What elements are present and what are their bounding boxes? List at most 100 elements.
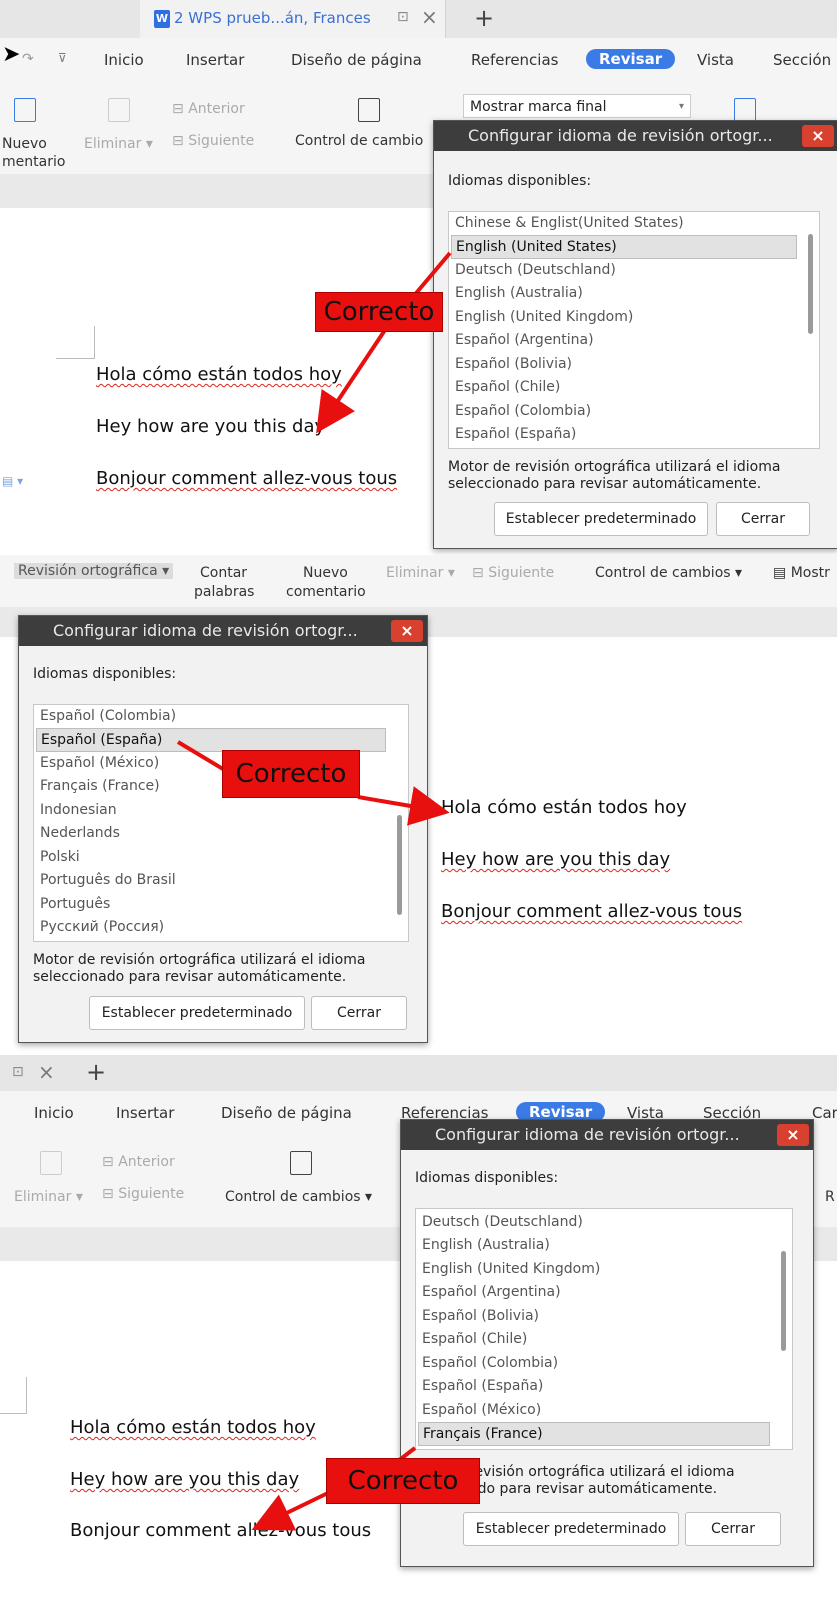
- close-button[interactable]: Cerrar: [685, 1512, 781, 1546]
- list-item[interactable]: Español (Bolivia): [418, 1305, 770, 1327]
- menu-inicio[interactable]: Inicio: [104, 51, 144, 69]
- spell-check-button[interactable]: Revisión ortográfica ▾: [14, 563, 174, 579]
- list-item[interactable]: English (Australia): [418, 1234, 770, 1256]
- doc-line-english[interactable]: Hey how are you this day: [441, 849, 670, 870]
- list-item[interactable]: English (Australia): [451, 282, 797, 304]
- list-item[interactable]: Español (Chile): [451, 376, 797, 398]
- quick-access-dropdown-icon[interactable]: ⊽: [58, 51, 67, 65]
- menu-diseno[interactable]: Diseño de página: [291, 51, 422, 69]
- menu-referencias[interactable]: Referencias: [471, 51, 558, 69]
- close-button[interactable]: Cerrar: [716, 502, 810, 536]
- list-item[interactable]: Español (Bolivia): [451, 353, 797, 375]
- next-button[interactable]: ⊟ Siguiente: [472, 565, 554, 581]
- list-item[interactable]: Español (España): [418, 1375, 770, 1397]
- set-default-button[interactable]: Establecer predeterminado: [463, 1512, 679, 1546]
- list-item-selected[interactable]: English (United States): [451, 235, 797, 259]
- dialog-close-button[interactable]: ×: [391, 620, 423, 642]
- dialog-title: Configurar idioma de revisión ortogr...: [435, 1125, 740, 1144]
- doc-line-english[interactable]: Hey how are you this day: [70, 1469, 299, 1490]
- close-button[interactable]: Cerrar: [311, 996, 407, 1030]
- new-comment-button[interactable]: Nuevo: [2, 136, 47, 152]
- dialog-title-bar: Configurar idioma de revisión ortogr... …: [19, 616, 427, 646]
- delete-button[interactable]: Eliminar ▾: [14, 1189, 83, 1205]
- language-list[interactable]: Deutsch (Deutschland) English (Australia…: [415, 1208, 793, 1450]
- dialog-close-button[interactable]: ×: [802, 125, 834, 147]
- list-item[interactable]: Español (España): [451, 423, 797, 445]
- list-item[interactable]: Deutsch (Deutschland): [418, 1211, 770, 1233]
- list-item[interactable]: English (United Kingdom): [451, 306, 797, 328]
- next-button[interactable]: ⊟ Siguiente: [172, 133, 254, 149]
- list-item[interactable]: Português do Brasil: [36, 869, 386, 891]
- list-item[interactable]: Español (México): [418, 1399, 770, 1421]
- doc-line-spanish[interactable]: Hola cómo están todos hoy: [441, 797, 687, 818]
- doc-line-french[interactable]: Bonjour comment allez-vous tous: [441, 901, 742, 922]
- menu-diseno[interactable]: Diseño de página: [221, 1104, 352, 1122]
- list-item[interactable]: Español (Argentina): [418, 1281, 770, 1303]
- new-comment-button[interactable]: Nuevo: [303, 565, 348, 581]
- list-item[interactable]: Español (Argentina): [451, 329, 797, 351]
- doc-line-french[interactable]: Bonjour comment allez-vous tous: [96, 468, 397, 489]
- pin-icon[interactable]: ⊡: [397, 9, 409, 25]
- delete-label: Eliminar: [84, 136, 142, 152]
- list-item[interactable]: Polski: [36, 846, 386, 868]
- next-button[interactable]: ⊟ Siguiente: [102, 1186, 184, 1202]
- doc-line-spanish[interactable]: Hola cómo están todos hoy: [96, 364, 342, 385]
- list-item[interactable]: Chinese & Englist(United States): [451, 212, 797, 234]
- list-item[interactable]: Português: [36, 893, 386, 915]
- set-default-button[interactable]: Establecer predeterminado: [494, 502, 708, 536]
- list-item[interactable]: English (United Kingdom): [418, 1258, 770, 1280]
- menu-inicio[interactable]: Inicio: [34, 1104, 74, 1122]
- reviewing-pane-icon[interactable]: [734, 98, 756, 122]
- correcto-callout-1: Correcto: [315, 292, 443, 332]
- previous-button[interactable]: ⊟ Anterior: [172, 101, 245, 117]
- list-scrollbar[interactable]: [397, 815, 402, 915]
- pin-icon[interactable]: ⊡: [12, 1064, 24, 1080]
- dialog-title-bar: Configurar idioma de revisión ortogr... …: [401, 1120, 813, 1150]
- word-count-button[interactable]: Contar: [200, 565, 247, 581]
- list-item[interactable]: Nederlands: [36, 822, 386, 844]
- dialog-title: Configurar idioma de revisión ortogr...: [53, 621, 358, 640]
- doc-line-spanish[interactable]: Hola cómo están todos hoy: [70, 1417, 316, 1438]
- menu-insertar[interactable]: Insertar: [116, 1104, 174, 1122]
- redo-icon[interactable]: ↷: [22, 51, 34, 67]
- tab-close-icon[interactable]: ×: [38, 1060, 55, 1084]
- menu-seccion[interactable]: Sección: [773, 51, 831, 69]
- list-item[interactable]: Español (Colombia): [451, 400, 797, 422]
- doc-line-english[interactable]: Hey how are you this day: [96, 416, 325, 437]
- list-item-selected[interactable]: Français (France): [418, 1422, 770, 1446]
- language-list[interactable]: Español (Colombia) Español (España) Espa…: [33, 704, 409, 942]
- previous-label: Anterior: [188, 101, 245, 117]
- list-item[interactable]: Deutsch (Deutschland): [451, 259, 797, 281]
- new-tab-button[interactable]: +: [474, 4, 494, 32]
- set-default-button[interactable]: Establecer predeterminado: [89, 996, 305, 1030]
- menu-vista[interactable]: Vista: [697, 51, 734, 69]
- list-item[interactable]: Español (Colombia): [36, 705, 386, 727]
- document-tab[interactable]: W 2 WPS prueb...án, Frances ⊡ ×: [140, 0, 446, 38]
- list-item-selected[interactable]: Español (España): [36, 728, 386, 752]
- doc-line-french[interactable]: Bonjour comment allez-vous tous: [70, 1520, 371, 1541]
- delete-button[interactable]: Eliminar ▾: [386, 565, 455, 581]
- spell-check-label: Revisión ortográfica: [18, 563, 158, 579]
- track-changes-button[interactable]: Control de cambios ▾: [225, 1189, 372, 1205]
- track-changes-button[interactable]: Control de cambio: [295, 133, 423, 149]
- ribbon-truncated-r[interactable]: R: [825, 1189, 835, 1205]
- show-markup-select[interactable]: Mostrar marca final ▾: [463, 94, 691, 118]
- track-changes-button[interactable]: Control de cambios ▾: [595, 565, 742, 581]
- previous-button[interactable]: ⊟ Anterior: [102, 1154, 175, 1170]
- language-list[interactable]: Chinese & Englist(United States) English…: [448, 211, 820, 449]
- new-comment-icon: [14, 98, 36, 122]
- show-button[interactable]: ▤ Mostr: [773, 565, 830, 581]
- list-item[interactable]: Español (Colombia): [418, 1352, 770, 1374]
- list-scrollbar[interactable]: [781, 1251, 786, 1351]
- delete-button[interactable]: Eliminar ▾: [84, 136, 153, 152]
- new-tab-button[interactable]: +: [86, 1058, 106, 1086]
- menu-truncated[interactable]: Car: [812, 1104, 837, 1122]
- menu-insertar[interactable]: Insertar: [186, 51, 244, 69]
- list-item[interactable]: Indonesian: [36, 799, 386, 821]
- list-scrollbar[interactable]: [808, 234, 813, 334]
- tab-close-icon[interactable]: ×: [421, 5, 438, 29]
- list-item[interactable]: Español (Chile): [418, 1328, 770, 1350]
- menu-revisar[interactable]: Revisar: [586, 49, 676, 69]
- dialog-close-button[interactable]: ×: [777, 1124, 809, 1146]
- list-item[interactable]: Русский (Россия): [36, 916, 386, 938]
